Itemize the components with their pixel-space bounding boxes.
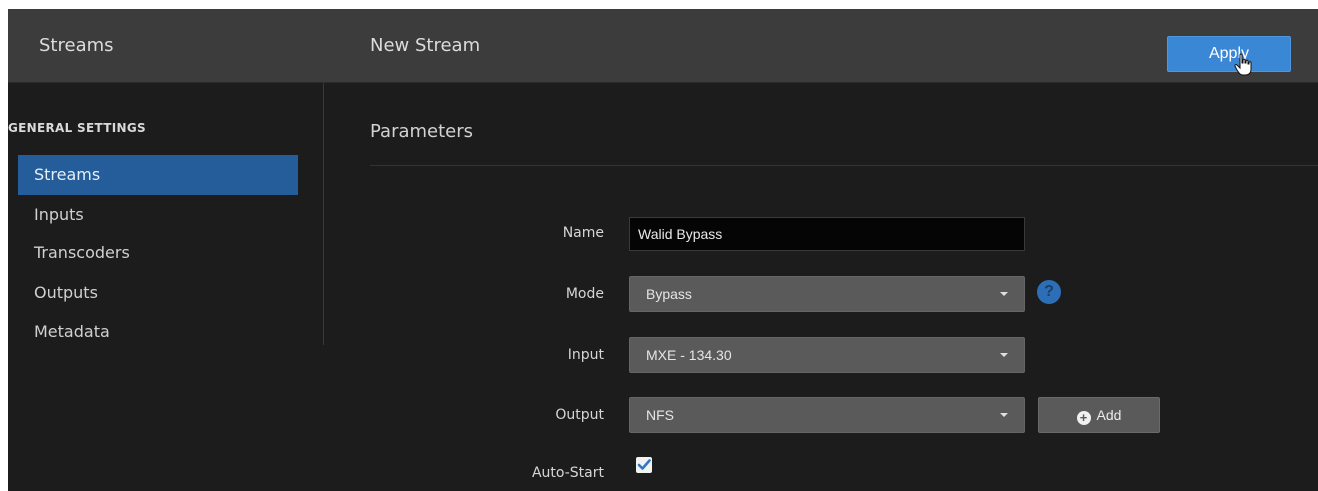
sidebar-item-streams[interactable]: Streams — [18, 155, 298, 195]
output-select-value: NFS — [646, 407, 674, 423]
chevron-down-icon — [1000, 292, 1008, 296]
app-window: Streams New Stream Apply GENERAL SETTING… — [8, 9, 1318, 491]
plus-circle-icon: + — [1076, 411, 1091, 425]
header-bar: Streams New Stream Apply — [8, 9, 1318, 83]
add-output-label: Add — [1096, 407, 1122, 423]
page-title: New Stream — [370, 35, 481, 56]
sidebar-item-inputs[interactable]: Inputs — [18, 195, 298, 235]
checkmark-icon — [637, 459, 651, 470]
question-circle-icon[interactable]: ? — [1037, 280, 1061, 304]
name-label: Name — [562, 225, 604, 241]
parameters-heading: Parameters — [370, 121, 474, 142]
chevron-down-icon — [1000, 353, 1008, 357]
auto-start-checkbox[interactable] — [636, 457, 652, 473]
input-select[interactable]: MXE - 134.30 — [629, 337, 1025, 373]
sidebar-heading: GENERAL SETTINGS — [8, 121, 146, 135]
section-title: Streams — [39, 35, 114, 56]
sidebar: GENERAL SETTINGS Streams Inputs Transcod… — [8, 83, 324, 491]
main-panel: Parameters Name Walid Bypass Mode Bypass… — [324, 83, 1318, 491]
sidebar-item-transcoders[interactable]: Transcoders — [18, 233, 298, 273]
sidebar-item-metadata[interactable]: Metadata — [18, 312, 298, 352]
mode-select-value: Bypass — [646, 286, 692, 302]
output-select[interactable]: NFS — [629, 397, 1025, 433]
mode-label: Mode — [565, 286, 604, 302]
name-input[interactable]: Walid Bypass — [629, 217, 1025, 251]
output-label: Output — [555, 407, 604, 423]
auto-start-label: Auto-Start — [531, 465, 604, 481]
section-divider — [370, 165, 1318, 166]
chevron-down-icon — [1000, 413, 1008, 417]
sidebar-item-outputs[interactable]: Outputs — [18, 273, 298, 313]
hand-pointer-icon — [1234, 53, 1252, 76]
input-label: Input — [567, 347, 604, 363]
input-select-value: MXE - 134.30 — [646, 347, 732, 363]
apply-button[interactable]: Apply — [1167, 36, 1291, 72]
mode-select[interactable]: Bypass — [629, 276, 1025, 312]
add-output-button[interactable]: + Add — [1038, 397, 1160, 433]
